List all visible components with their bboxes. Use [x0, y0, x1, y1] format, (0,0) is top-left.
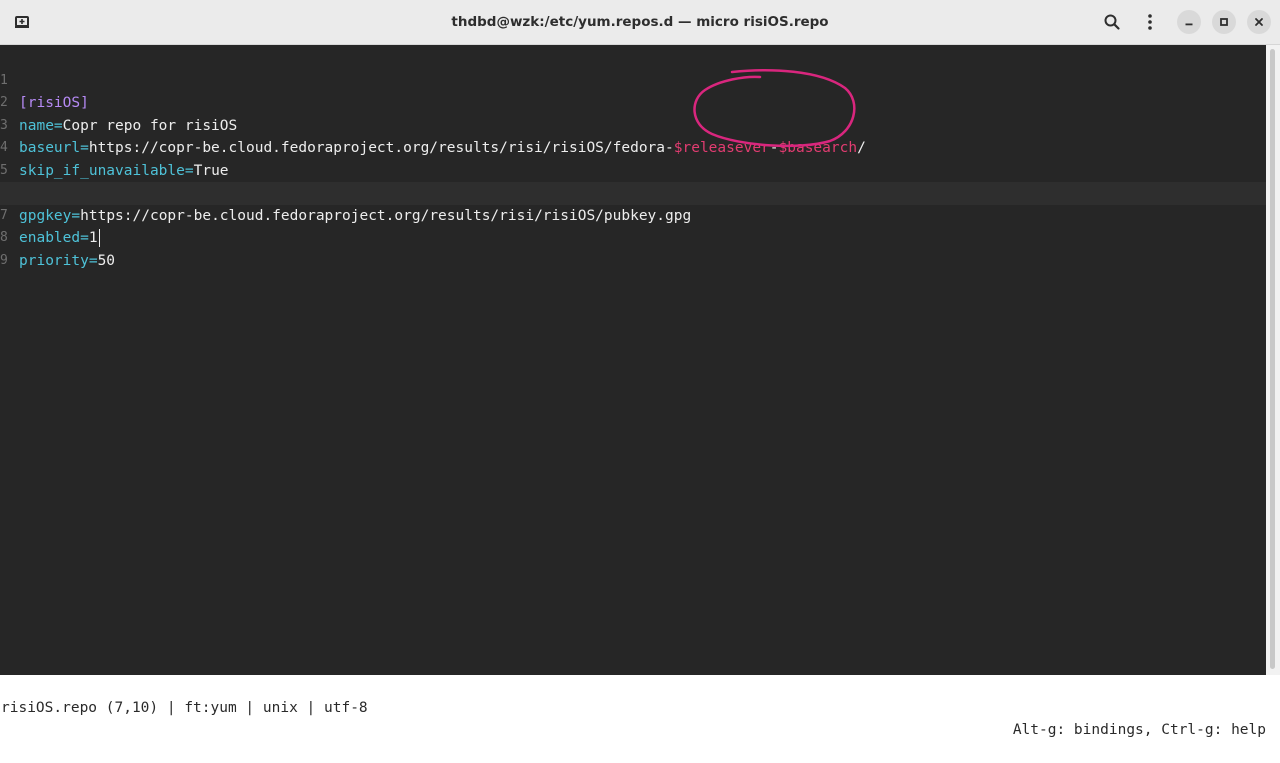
line-number: 9: [0, 252, 8, 268]
editor-line[interactable]: 8 priority=50: [0, 205, 1266, 269]
editor-line[interactable]: 6 gpgkey=https://copr-be.cloud.fedorapro…: [0, 160, 1266, 224]
editor-line[interactable]: 4 skip_if_unavailable=True: [0, 115, 1266, 179]
status-bar: risiOS.repo (7,10) | ft:yum | unix | utf…: [0, 675, 1266, 738]
status-left: risiOS.repo (7,10) | ft:yum | unix | utf…: [1, 700, 368, 716]
config-value: 50: [97, 252, 116, 269]
kebab-menu-icon[interactable]: [1137, 9, 1163, 35]
status-right: Alt-g: bindings, Ctrl-g: help: [1012, 722, 1266, 738]
editor-line[interactable]: 1 [risiOS]: [0, 47, 1266, 112]
editor-line[interactable]: 3 baseurl=https://copr-be.cloud.fedorapr…: [0, 92, 1266, 157]
editor-line[interactable]: 2 name=Copr repo for risiOS: [0, 70, 1266, 134]
search-icon[interactable]: [1099, 9, 1125, 35]
editor-line[interactable]: 9: [0, 227, 1266, 268]
window-title: thdbd@wzk:/etc/yum.repos.d — micro risiO…: [451, 14, 829, 30]
editor-line-current[interactable]: 7 enabled=1: [0, 182, 1266, 247]
maximize-icon[interactable]: [1212, 10, 1236, 34]
title-bar: thdbd@wzk:/etc/yum.repos.d — micro risiO…: [0, 0, 1280, 45]
terminal-editor[interactable]: 1 [risiOS] 2 name=Copr repo for risiOS 3…: [0, 45, 1266, 738]
equals-sign: =: [88, 252, 98, 269]
scrollbar-thumb[interactable]: [1270, 49, 1275, 669]
editor-line[interactable]: 5 gpgcheck=1: [0, 137, 1266, 202]
minimize-icon[interactable]: [1177, 10, 1201, 34]
close-icon[interactable]: [1247, 10, 1271, 34]
